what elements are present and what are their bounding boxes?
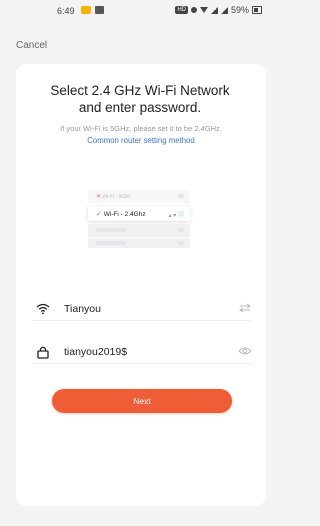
page-title: Select 2.4 GHz Wi-Fi Network and enter p… [0,82,280,116]
status-icons: HD 59% [175,5,262,15]
eye-icon[interactable] [238,346,252,356]
illustration-5ghz-label: Wi-Fi - 5Ghz [102,194,131,200]
lock-icon [37,346,49,359]
lock-wifi-info-icons: ▴ ▾ ⓘ [168,213,184,219]
signal-icon [210,6,218,14]
wifi-list-illustration: ✕ Wi-Fi - 5Ghz ✓ Wi-Fi - 2.4Ghz ▴ ▾ ⓘ [82,186,196,252]
illustration-row-4 [88,238,190,248]
subtitle-text: If your Wi-Fi is 5GHz, please set it to … [60,124,222,133]
wifi-status-icon [199,7,208,13]
notification-icon [81,6,91,14]
wifi-name-field[interactable]: Tianyou [32,298,252,321]
x-icon: ✕ [96,194,102,200]
check-icon: ✓ [96,211,102,218]
illustration-row-3 [88,224,190,237]
illustration-row-24ghz: ✓ Wi-Fi - 2.4Ghz ▴ ▾ ⓘ [88,206,190,221]
vibrate-icon [190,7,197,13]
hd-badge: HD [175,6,188,14]
password-field[interactable]: tianyou2019$ [32,341,252,364]
wifi-name-value: Tianyou [64,303,101,315]
gallery-icon [95,6,104,14]
illustration-24ghz-label: Wi-Fi - 2.4Ghz [103,211,146,218]
info-icon: ⓘ [177,213,184,219]
switch-network-icon[interactable] [238,303,252,313]
status-bar: 6:49 HD 59% [0,0,274,22]
battery-percent: 59% [230,5,249,15]
title-line-2: and enter password. [78,100,202,115]
password-value: tianyou2019$ [64,346,128,358]
illustration-row-5ghz: ✕ Wi-Fi - 5Ghz [88,190,190,203]
signal-icon-2 [220,6,228,14]
cancel-button[interactable]: Cancel [16,40,47,51]
battery-icon [252,6,262,14]
wifi-icon [36,303,50,315]
next-button[interactable]: Next [52,389,232,413]
title-line-1: Select 2.4 GHz Wi-Fi Network [50,83,230,98]
status-time: 6:49 [57,6,75,16]
router-setting-link[interactable]: Common router setting method [0,136,282,145]
